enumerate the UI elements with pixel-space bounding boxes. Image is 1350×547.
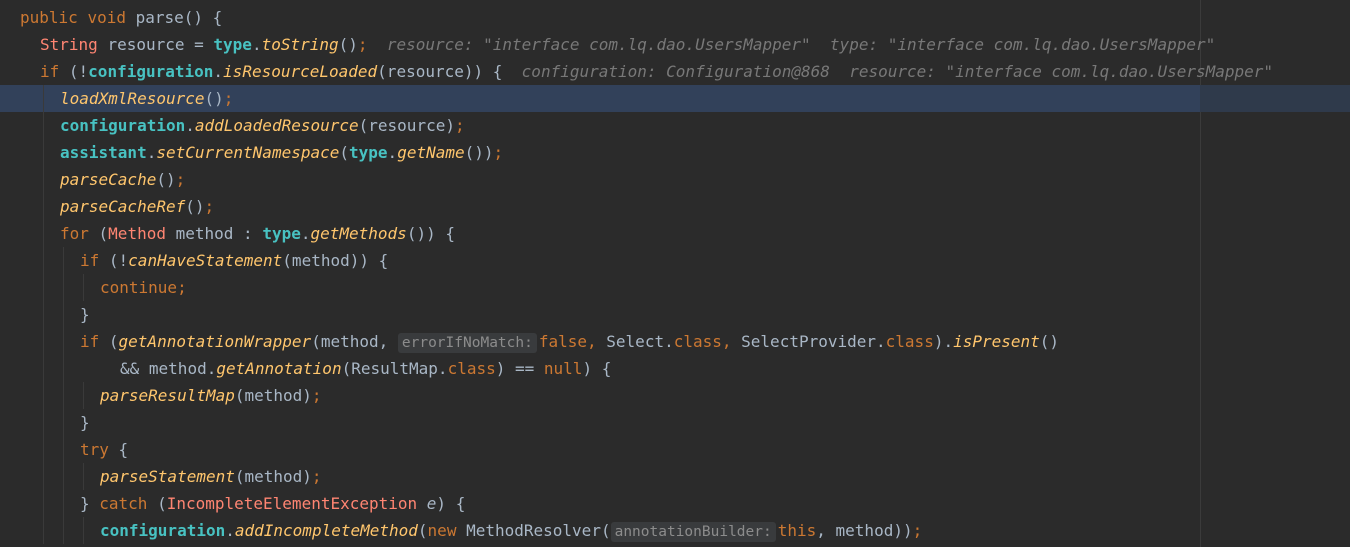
indent-guide bbox=[63, 382, 64, 409]
keyword-void: void bbox=[87, 8, 126, 27]
code-line-16[interactable]: } bbox=[0, 409, 1350, 436]
code-line-11[interactable]: continue; bbox=[0, 274, 1350, 301]
indent-guide bbox=[43, 274, 44, 301]
indent-guide bbox=[63, 301, 64, 328]
indent-guide bbox=[83, 382, 84, 409]
keyword-public: public bbox=[20, 8, 78, 27]
code-line-7[interactable]: parseCache(); bbox=[0, 166, 1350, 193]
type-string: String bbox=[40, 35, 98, 54]
method-name-parse: parse bbox=[135, 8, 184, 27]
indent-guide bbox=[43, 355, 44, 382]
indent-guide bbox=[43, 301, 44, 328]
indent-guide bbox=[63, 517, 64, 544]
debugger-inline-values: resource: "interface com.lq.dao.UsersMap… bbox=[386, 35, 1216, 54]
code-line-3[interactable]: if (!configuration.isResourceLoaded(reso… bbox=[0, 58, 1350, 85]
code-line-10[interactable]: if (!canHaveStatement(method)) { bbox=[0, 247, 1350, 274]
indent-guide bbox=[63, 274, 64, 301]
indent-guide bbox=[43, 517, 44, 544]
indent-guide bbox=[43, 220, 44, 247]
indent-guide bbox=[43, 85, 44, 112]
code-line-20[interactable]: configuration.addIncompleteMethod(new Me… bbox=[0, 517, 1350, 544]
code-line-19[interactable]: } catch (IncompleteElementException e) { bbox=[0, 490, 1350, 517]
indent-guide bbox=[63, 355, 64, 382]
indent-guide bbox=[43, 409, 44, 436]
indent-guide bbox=[43, 328, 44, 355]
parameter-hint: errorIfNoMatch: bbox=[397, 333, 537, 353]
code-line-14[interactable]: && method.getAnnotation(ResultMap.class)… bbox=[0, 355, 1350, 382]
indent-guide bbox=[63, 328, 64, 355]
code-line-13[interactable]: if (getAnnotationWrapper(method, errorIf… bbox=[0, 328, 1350, 355]
code-line-5[interactable]: configuration.addLoadedResource(resource… bbox=[0, 112, 1350, 139]
indent-guide bbox=[83, 517, 84, 544]
indent-guide bbox=[43, 247, 44, 274]
parameter-hint: annotationBuilder: bbox=[610, 522, 776, 542]
code-line-1[interactable]: public void parse() { bbox=[0, 4, 1350, 31]
indent-guide bbox=[43, 166, 44, 193]
code-line-9[interactable]: for (Method method : type.getMethods()) … bbox=[0, 220, 1350, 247]
debugger-inline-values: configuration: Configuration@868 resourc… bbox=[521, 62, 1274, 81]
code-line-18[interactable]: parseStatement(method); bbox=[0, 463, 1350, 490]
indent-guide bbox=[43, 112, 44, 139]
indent-guide bbox=[63, 409, 64, 436]
indent-guide bbox=[43, 193, 44, 220]
code-line-15[interactable]: parseResultMap(method); bbox=[0, 382, 1350, 409]
code-line-17[interactable]: try { bbox=[0, 436, 1350, 463]
indent-guide bbox=[83, 274, 84, 301]
indent-guide bbox=[43, 382, 44, 409]
code-line-12[interactable]: } bbox=[0, 301, 1350, 328]
code-line-6[interactable]: assistant.setCurrentNamespace(type.getNa… bbox=[0, 139, 1350, 166]
indent-guide bbox=[63, 247, 64, 274]
code-line-8[interactable]: parseCacheRef(); bbox=[0, 193, 1350, 220]
indent-guide bbox=[43, 490, 44, 517]
indent-guide bbox=[63, 436, 64, 463]
indent-guide bbox=[43, 436, 44, 463]
indent-guide bbox=[83, 463, 84, 490]
indent-guide bbox=[43, 139, 44, 166]
method-signature-tail: () { bbox=[183, 8, 223, 27]
indent-guide bbox=[43, 463, 44, 490]
indent-guide bbox=[63, 463, 64, 490]
indent-guide bbox=[63, 490, 64, 517]
code-line-4-current[interactable]: loadXmlResource(); bbox=[0, 85, 1350, 112]
code-line-2[interactable]: String resource = type.toString(); resou… bbox=[0, 31, 1350, 58]
code-editor[interactable]: public void parse() { String resource = … bbox=[0, 0, 1350, 547]
